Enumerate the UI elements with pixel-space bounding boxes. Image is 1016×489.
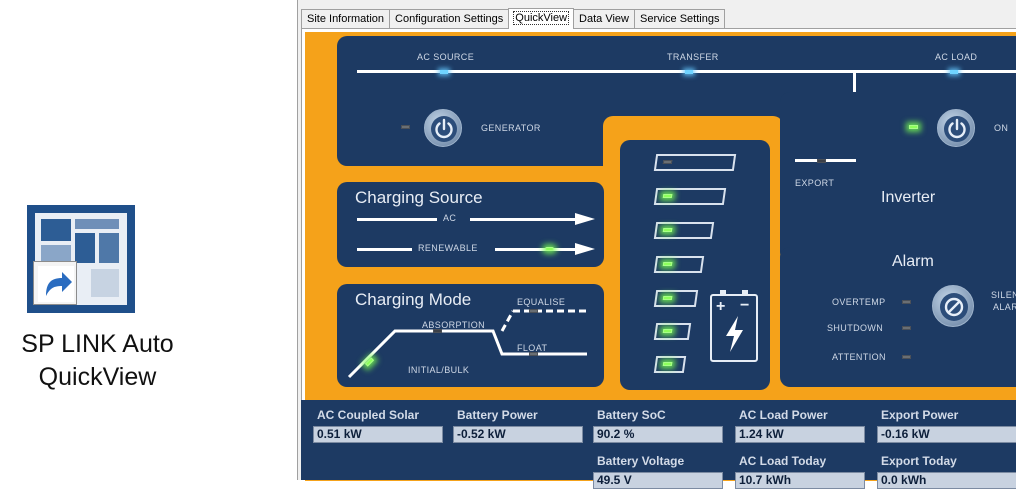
silence-alarm-button[interactable] — [932, 285, 974, 327]
sp-link-app-icon[interactable] — [27, 205, 135, 313]
renewable-charge-led — [545, 247, 554, 251]
inverter-power-button[interactable] — [937, 109, 975, 147]
overtemp-label: OVERTEMP — [832, 297, 886, 307]
battery-voltage-label: Battery Voltage — [597, 454, 685, 468]
charging-source-title: Charging Source — [355, 188, 483, 207]
inverter-title: Inverter — [881, 189, 936, 206]
inverter-led — [909, 125, 918, 129]
silence-label-2: ALAR — [993, 302, 1016, 312]
renewable-charge-line — [357, 248, 412, 251]
silence-label: SILEN — [991, 290, 1016, 300]
renewable-charge-arrow-icon — [575, 243, 595, 255]
battery-soc-label: Battery SoC — [597, 408, 666, 422]
export-led — [817, 159, 826, 163]
battery-level-bar-7 — [653, 154, 737, 171]
battery-icon: + − — [710, 290, 758, 362]
generator-led — [401, 125, 410, 129]
attention-label: ATTENTION — [832, 352, 886, 362]
ac-coupled-solar-label: AC Coupled Solar — [317, 408, 420, 422]
equalise-led — [529, 309, 538, 313]
transfer-label: TRANSFER — [667, 52, 719, 62]
shortcut-label: SP LINK Auto QuickView — [21, 330, 174, 391]
ac-charge-line — [357, 218, 437, 221]
renewable-charge-line-2 — [495, 248, 575, 251]
renewable-charge-label: RENEWABLE — [418, 243, 478, 253]
tab-site-information[interactable]: Site Information — [301, 9, 391, 29]
ac-coupled-solar-value: 0.51 kW — [313, 426, 443, 443]
battery-level-bar-2 — [653, 323, 692, 340]
alarm-title: Alarm — [892, 253, 934, 270]
generator-power-button[interactable] — [424, 109, 462, 147]
battery-voltage-value: 49.5 V — [593, 472, 723, 489]
shortcut-arrow-icon — [33, 261, 77, 305]
ac-source-label: AC SOURCE — [417, 52, 475, 62]
tab-service-settings[interactable]: Service Settings — [633, 9, 726, 29]
ac-charge-arrow-icon — [575, 213, 595, 225]
inverter-box — [780, 92, 1016, 262]
battery-soc-value: 90.2 % — [593, 426, 723, 443]
battery-level-bar-6 — [653, 188, 727, 205]
battery-level-bar-3 — [653, 290, 699, 307]
ac-load-power-value: 1.24 kW — [735, 426, 865, 443]
battery-level-bar-1 — [653, 356, 687, 373]
battery-level-bar-5 — [653, 222, 715, 239]
tab-strip: Site Information Configuration Settings … — [301, 8, 726, 29]
float-led — [529, 352, 538, 356]
export-power-label: Export Power — [881, 408, 959, 422]
battery-power-value: -0.52 kW — [453, 426, 583, 443]
ac-charge-line-2 — [470, 218, 575, 221]
ac-load-label: AC LOAD — [935, 52, 978, 62]
export-label: EXPORT — [795, 178, 835, 188]
battery-power-label: Battery Power — [457, 408, 538, 422]
tab-configuration-settings[interactable]: Configuration Settings — [389, 9, 510, 29]
power-icon — [431, 116, 457, 142]
data-readout-section: AC Coupled Solar 0.51 kW Battery Power -… — [301, 400, 1016, 489]
tab-data-view[interactable]: Data View — [573, 9, 635, 29]
overtemp-led — [902, 300, 911, 304]
ac-load-today-value: 10.7 kWh — [735, 472, 865, 489]
tab-quickview[interactable]: QuickView — [508, 8, 575, 29]
mute-icon — [940, 293, 968, 321]
ac-load-today-label: AC Load Today — [739, 454, 827, 468]
ac-source-indicator — [440, 70, 448, 74]
battery-level-bar-4 — [653, 256, 705, 273]
export-today-value: 0.0 kWh — [877, 472, 1016, 489]
charging-mode-curve — [347, 309, 587, 379]
app-window: Site Information Configuration Settings … — [297, 0, 1016, 489]
inverter-state-label: ON — [994, 123, 1009, 133]
attention-led — [902, 355, 911, 359]
shutdown-label: SHUTDOWN — [827, 323, 884, 333]
export-today-label: Export Today — [881, 454, 957, 468]
ac-charge-label: AC — [443, 213, 457, 223]
ac-load-indicator — [950, 70, 958, 74]
absorption-led — [433, 329, 442, 333]
power-icon — [944, 116, 970, 142]
export-power-value: -0.16 kW — [877, 426, 1016, 443]
shutdown-led — [902, 326, 911, 330]
ac-load-power-label: AC Load Power — [739, 408, 828, 422]
generator-label: GENERATOR — [481, 123, 541, 133]
transfer-indicator — [685, 70, 693, 74]
